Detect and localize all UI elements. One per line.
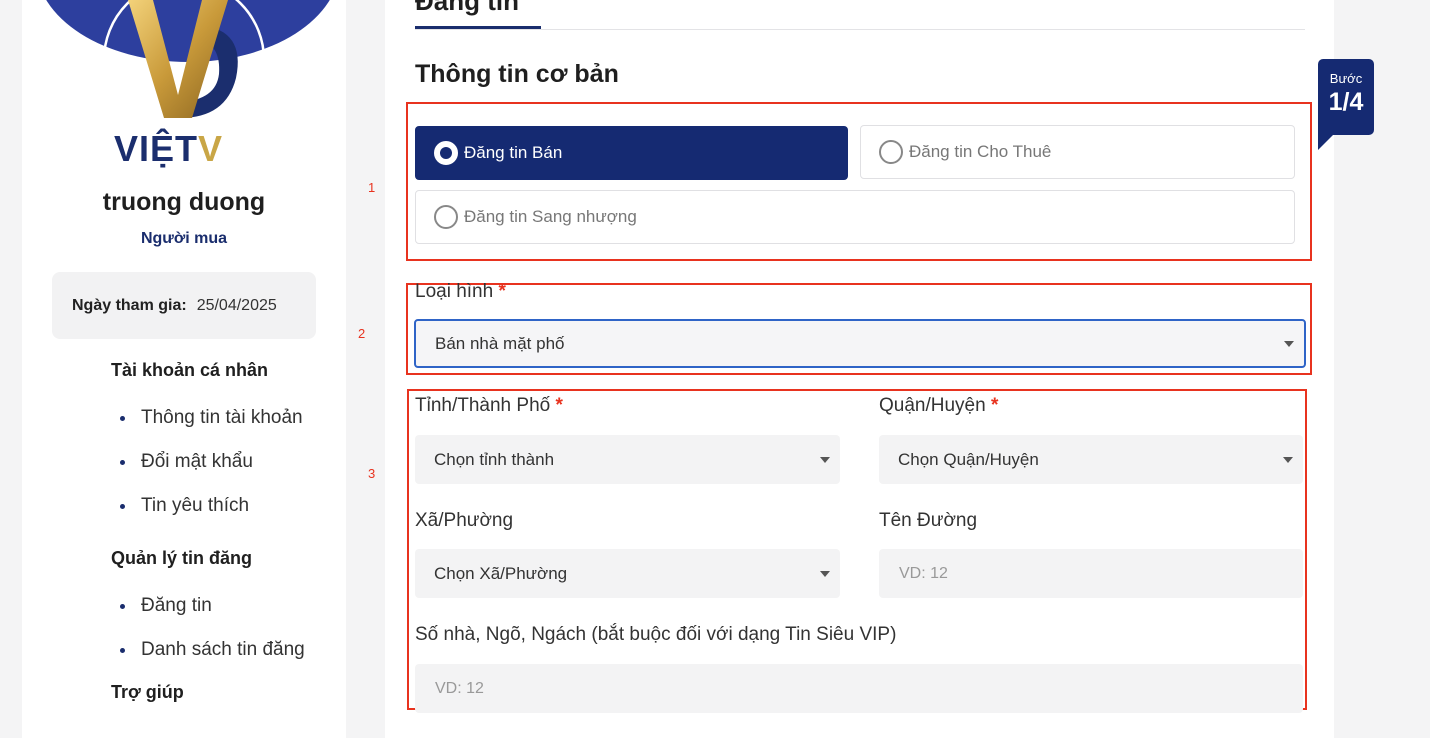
step-badge: Bước 1/4: [1318, 59, 1374, 135]
sidebar-heading-listings: Quản lý tin đăng: [111, 548, 253, 568]
property-type-label: Loại hình *: [415, 281, 506, 302]
radio-selected-icon: [434, 141, 458, 165]
ward-select[interactable]: Chọn Xã/Phường: [415, 549, 840, 598]
join-date-box: Ngày tham gia: 25/04/2025: [52, 272, 316, 339]
user-name: truong duong: [102, 188, 266, 216]
property-type-select[interactable]: Bán nhà mặt phố: [414, 319, 1306, 368]
address-label: Số nhà, Ngõ, Ngách (bắt buộc đối với dạn…: [415, 624, 897, 645]
sidebar-item-post-listing[interactable]: Đăng tin: [120, 595, 212, 617]
join-date-label: Ngày tham gia:: [72, 296, 187, 314]
post-form-card: Đăng tin Thông tin cơ bản Đăng tin Bán Đ…: [385, 0, 1334, 738]
sidebar-item-change-password[interactable]: Đổi mật khẩu: [120, 451, 253, 473]
street-label: Tên Đường: [879, 510, 978, 531]
tab-post-listing[interactable]: Đăng tin: [415, 0, 519, 17]
user-role: Người mua: [140, 230, 228, 247]
sidebar-item-account-info[interactable]: Thông tin tài khoản: [120, 407, 303, 429]
sidebar-heading-personal: Tài khoản cá nhân: [111, 360, 269, 380]
radio-empty-icon: [879, 140, 903, 164]
street-input[interactable]: VD: 12: [879, 549, 1303, 598]
brand-logo[interactable]: VIỆTV: [22, 0, 346, 175]
brand-wordmark: VIỆTV: [114, 128, 224, 169]
step-badge-value: 1/4: [1328, 88, 1364, 116]
bullet-icon: [120, 603, 125, 609]
address-input[interactable]: VD: 12: [415, 664, 1303, 713]
chevron-down-icon: [1284, 340, 1294, 347]
sidebar-item-listing-list[interactable]: Danh sách tin đăng: [120, 639, 305, 661]
district-label: Quận/Huyện *: [879, 395, 999, 416]
bullet-icon: [120, 415, 125, 421]
radio-post-rent[interactable]: Đăng tin Cho Thuê: [860, 125, 1295, 179]
province-select[interactable]: Chọn tỉnh thành: [415, 435, 840, 484]
radio-post-sell[interactable]: Đăng tin Bán: [415, 126, 848, 180]
step-marker-3: 3: [368, 466, 376, 481]
step-badge-label: Bước: [1329, 71, 1363, 86]
bullet-icon: [120, 503, 125, 509]
sidebar: VIỆTV truong duong Người mua Ngày tham g…: [22, 0, 346, 738]
ward-label: Xã/Phường: [415, 510, 514, 531]
step-marker-2: 2: [358, 326, 366, 341]
chevron-down-icon: [820, 456, 830, 463]
sidebar-heading-help[interactable]: Trợ giúp: [111, 682, 184, 703]
sidebar-item-favorites[interactable]: Tin yêu thích: [120, 495, 249, 517]
radio-empty-icon: [434, 205, 458, 229]
bullet-icon: [120, 459, 125, 465]
district-select[interactable]: Chọn Quận/Huyện: [879, 435, 1303, 484]
bullet-icon: [120, 647, 125, 653]
step-marker-1: 1: [368, 180, 376, 195]
chevron-down-icon: [820, 570, 830, 577]
chevron-down-icon: [1283, 456, 1293, 463]
province-label: Tỉnh/Thành Phố *: [415, 395, 563, 416]
step-badge-fold: [1318, 135, 1333, 150]
section-title: Thông tin cơ bản: [415, 60, 619, 88]
join-date-value: 25/04/2025: [196, 296, 277, 314]
tab-divider: [415, 29, 1305, 30]
radio-post-transfer[interactable]: Đăng tin Sang nhượng: [415, 190, 1295, 244]
